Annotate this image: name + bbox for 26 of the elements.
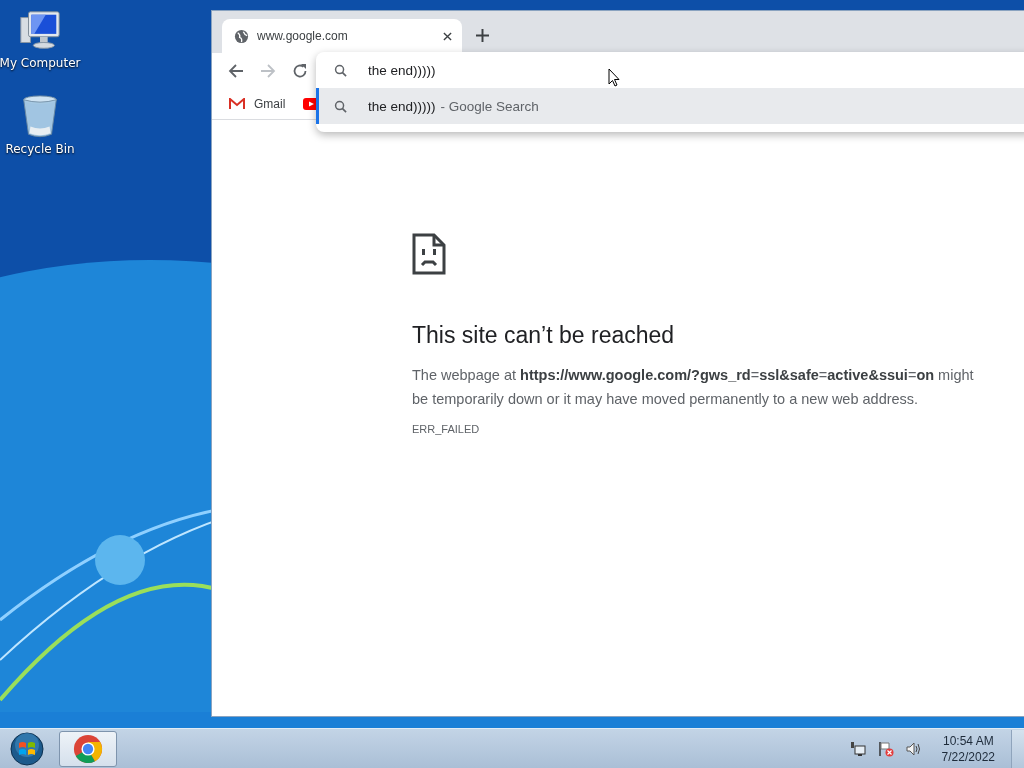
error-heading: This site can’t be reached <box>412 322 676 349</box>
suggestion-row[interactable]: the end))))) - Google Search <box>316 88 1024 124</box>
flag-icon[interactable] <box>877 740 894 757</box>
close-icon[interactable] <box>443 31 452 41</box>
speaker-icon[interactable] <box>905 740 922 757</box>
icon-label[interactable]: My Computer <box>0 56 81 70</box>
mail-icon <box>229 98 245 110</box>
sad-page-icon <box>412 233 446 275</box>
search-icon <box>334 63 347 77</box>
mouse-pointer-icon <box>608 68 620 87</box>
clock[interactable]: 10:54 AM 7/22/2022 <box>941 732 995 765</box>
error-code: ERR_FAILED <box>412 423 481 435</box>
start-button[interactable] <box>9 730 45 767</box>
back-icon[interactable] <box>228 63 244 79</box>
chrome-icon <box>73 733 103 764</box>
globe-icon <box>234 28 249 44</box>
address-field[interactable]: the end))))) <box>316 52 1024 88</box>
new-tab-icon[interactable] <box>476 29 489 42</box>
icon-label[interactable]: Recycle Bin <box>5 142 75 156</box>
taskbar-button[interactable] <box>59 730 117 767</box>
search-icon <box>334 99 347 113</box>
network-icon[interactable] <box>849 740 866 757</box>
browser-tab[interactable]: www.google.com <box>222 19 462 53</box>
reload-icon[interactable] <box>292 63 308 79</box>
error-message: The webpage at https://www.google.com/?gws_rd=ssl&safe=active&ssui=on might be temporarily down or it may have moved permanently to a new web address. <box>412 366 975 409</box>
bookmark[interactable]: Gmail <box>229 97 286 111</box>
